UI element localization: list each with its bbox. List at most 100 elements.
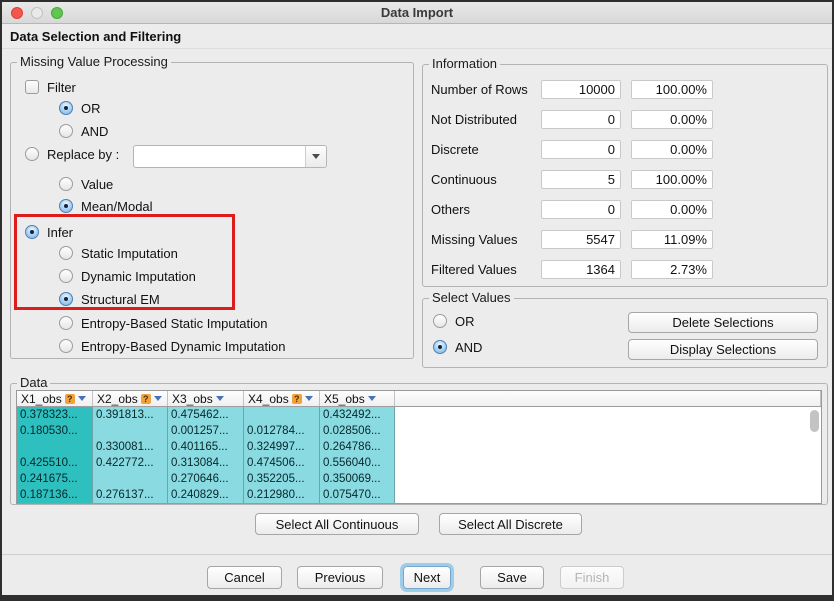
column-header-x2-obs[interactable]: X2_obs ?: [93, 391, 168, 406]
missing-flag-icon: ?: [65, 394, 75, 404]
dynamic-imputation-radio[interactable]: [59, 269, 73, 283]
sort-arrow-icon[interactable]: [368, 396, 376, 401]
entropy-dynamic-label: Entropy-Based Dynamic Imputation: [81, 339, 285, 354]
filter-or-radio[interactable]: [59, 101, 73, 115]
info-percent-number-of-rows[interactable]: 100.00%: [631, 80, 713, 99]
table-cell[interactable]: 0.012784...: [244, 423, 320, 439]
column-header-x1-obs[interactable]: X1_obs ?: [17, 391, 93, 406]
table-cell[interactable]: [93, 471, 168, 487]
info-value-not-distributed[interactable]: 0: [541, 110, 621, 129]
table-cell[interactable]: [17, 439, 93, 455]
table-row: 0.330081... 0.401165... 0.324997... 0.26…: [17, 439, 821, 455]
table-cell[interactable]: 0.324997...: [244, 439, 320, 455]
replace-by-radio[interactable]: [25, 147, 39, 161]
table-cell[interactable]: 0.241675...: [17, 471, 93, 487]
delete-selections-button[interactable]: Delete Selections: [628, 312, 818, 333]
select-values-group: Select Values OR AND Delete Selections D…: [422, 298, 828, 368]
finish-button[interactable]: Finish: [560, 566, 624, 589]
table-cell[interactable]: 0.240829...: [168, 487, 244, 503]
table-cell[interactable]: 0.270646...: [168, 471, 244, 487]
info-percent-not-distributed[interactable]: 0.00%: [631, 110, 713, 129]
next-button[interactable]: Next: [403, 566, 451, 589]
table-cell[interactable]: 0.212980...: [244, 487, 320, 503]
combobox-dropdown-button[interactable]: [305, 146, 326, 167]
table-cell[interactable]: 0.313084...: [168, 455, 244, 471]
filter-checkbox[interactable]: [25, 80, 39, 94]
infer-radio[interactable]: [25, 225, 39, 239]
table-cell[interactable]: 0.422772...: [93, 455, 168, 471]
info-percent-missing-values[interactable]: 11.09%: [631, 230, 713, 249]
entropy-static-label: Entropy-Based Static Imputation: [81, 316, 267, 331]
data-table-header: X1_obs ? X2_obs ? X3_obs X4_obs ?: [17, 391, 821, 407]
select-values-title: Select Values: [429, 290, 514, 305]
table-cell[interactable]: [93, 423, 168, 439]
infer-option: Infer: [25, 223, 73, 241]
column-header-x5-obs[interactable]: X5_obs: [320, 391, 395, 406]
info-value-continuous[interactable]: 5: [541, 170, 621, 189]
entropy-static-radio[interactable]: [59, 316, 73, 330]
info-percent-discrete[interactable]: 0.00%: [631, 140, 713, 159]
table-cell[interactable]: 0.391813...: [93, 407, 168, 423]
table-cell[interactable]: 0.432492...: [320, 407, 395, 423]
table-cell[interactable]: 0.350069...: [320, 471, 395, 487]
previous-button[interactable]: Previous: [297, 566, 383, 589]
sort-arrow-icon[interactable]: [78, 396, 86, 401]
table-cell[interactable]: 0.474506...: [244, 455, 320, 471]
zoom-window-icon[interactable]: [51, 7, 63, 19]
missing-flag-icon: ?: [292, 394, 302, 404]
mean-modal-option: Mean/Modal: [59, 197, 153, 215]
entropy-static-option: Entropy-Based Static Imputation: [59, 314, 267, 332]
info-value-discrete[interactable]: 0: [541, 140, 621, 159]
info-label-filtered-values: Filtered Values: [431, 260, 517, 279]
data-import-window: Data Import Data Selection and Filtering…: [0, 0, 834, 601]
table-cell[interactable]: 0.276137...: [93, 487, 168, 503]
vertical-scrollbar[interactable]: [809, 408, 821, 503]
entropy-dynamic-radio[interactable]: [59, 339, 73, 353]
table-cell[interactable]: 0.425510...: [17, 455, 93, 471]
sort-arrow-icon[interactable]: [216, 396, 224, 401]
minimize-window-icon[interactable]: [31, 7, 43, 19]
table-cell[interactable]: 0.187136...: [17, 487, 93, 503]
filter-and-radio[interactable]: [59, 124, 73, 138]
select-all-continuous-button[interactable]: Select All Continuous: [255, 513, 419, 535]
table-cell[interactable]: 0.180530...: [17, 423, 93, 439]
column-name: X2_obs: [97, 392, 138, 406]
table-cell[interactable]: 0.475462...: [168, 407, 244, 423]
mean-modal-radio[interactable]: [59, 199, 73, 213]
table-cell[interactable]: 0.352205...: [244, 471, 320, 487]
table-cell[interactable]: 0.028506...: [320, 423, 395, 439]
scrollbar-thumb[interactable]: [810, 410, 819, 432]
replace-by-combobox[interactable]: [133, 145, 327, 168]
select-values-or-radio[interactable]: [433, 314, 447, 328]
info-percent-filtered-values[interactable]: 2.73%: [631, 260, 713, 279]
info-value-others[interactable]: 0: [541, 200, 621, 219]
table-cell[interactable]: 0.001257...: [168, 423, 244, 439]
info-percent-others[interactable]: 0.00%: [631, 200, 713, 219]
column-header-x3-obs[interactable]: X3_obs: [168, 391, 244, 406]
sort-arrow-icon[interactable]: [305, 396, 313, 401]
table-cell[interactable]: 0.330081...: [93, 439, 168, 455]
select-all-discrete-button[interactable]: Select All Discrete: [439, 513, 582, 535]
info-percent-continuous[interactable]: 100.00%: [631, 170, 713, 189]
table-cell[interactable]: 0.378323...: [17, 407, 93, 423]
table-cell[interactable]: 0.401165...: [168, 439, 244, 455]
display-selections-button[interactable]: Display Selections: [628, 339, 818, 360]
table-cell[interactable]: 0.556040...: [320, 455, 395, 471]
sort-arrow-icon[interactable]: [154, 396, 162, 401]
save-button[interactable]: Save: [480, 566, 544, 589]
table-row: 0.378323... 0.391813... 0.475462... 0.43…: [17, 407, 821, 423]
table-cell[interactable]: 0.264786...: [320, 439, 395, 455]
structural-em-radio[interactable]: [59, 292, 73, 306]
info-value-number-of-rows[interactable]: 10000: [541, 80, 621, 99]
table-cell[interactable]: [244, 407, 320, 423]
static-imputation-radio[interactable]: [59, 246, 73, 260]
column-header-x4-obs[interactable]: X4_obs ?: [244, 391, 320, 406]
table-cell[interactable]: 0.075470...: [320, 487, 395, 503]
column-name: X3_obs: [172, 392, 213, 406]
info-value-filtered-values[interactable]: 1364: [541, 260, 621, 279]
select-values-and-radio[interactable]: [433, 340, 447, 354]
close-window-icon[interactable]: [11, 7, 23, 19]
info-value-missing-values[interactable]: 5547: [541, 230, 621, 249]
value-radio[interactable]: [59, 177, 73, 191]
cancel-button[interactable]: Cancel: [207, 566, 282, 589]
